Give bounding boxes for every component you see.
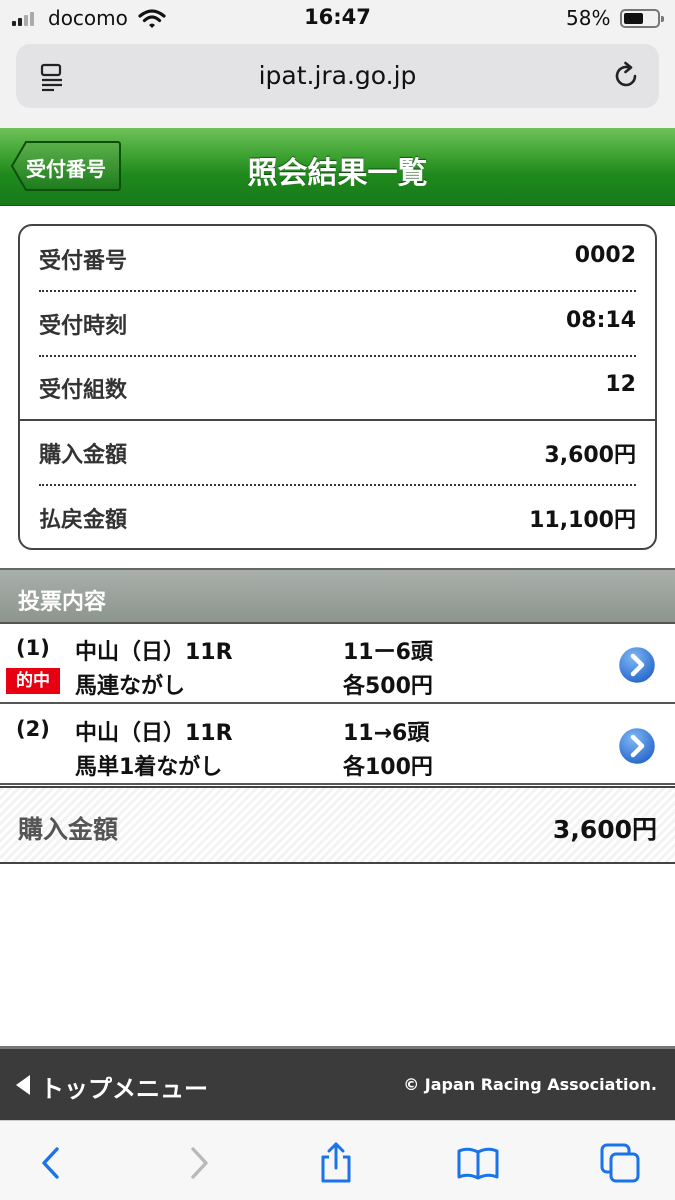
total-row: 購入金額 3,600円: [0, 786, 675, 864]
bet-index: (2): [16, 717, 50, 741]
summary-box: 受付番号 0002 受付時刻 08:14 受付組数 12 購入金額 3,600円…: [18, 224, 657, 550]
summary-label: 払戻金額: [39, 508, 128, 533]
summary-label: 受付組数: [39, 378, 128, 403]
summary-row-receipt-number: 受付番号 0002: [20, 226, 655, 290]
bet-combination: 11→6頭: [343, 721, 430, 746]
share-icon[interactable]: [314, 1141, 358, 1185]
hit-badge: 的中: [6, 668, 60, 694]
summary-label: 受付時刻: [39, 314, 128, 339]
chevron-right-icon[interactable]: [616, 725, 658, 767]
bet-combination: 11ー6頭: [343, 640, 433, 665]
summary-value: 0002: [574, 243, 636, 268]
summary-label: 購入金額: [39, 443, 128, 468]
chevron-right-icon[interactable]: [616, 644, 658, 686]
page-title: 照会結果一覧: [247, 156, 428, 191]
battery-icon: [620, 9, 664, 28]
url-text: ipat.jra.go.jp: [258, 61, 417, 90]
site-footer: トップメニュー © Japan Racing Association.: [0, 1046, 675, 1120]
tabs-icon[interactable]: [598, 1141, 642, 1185]
summary-value: 12: [605, 372, 636, 397]
bet-race: 中山（日）11R: [75, 721, 233, 746]
back-icon[interactable]: [30, 1141, 74, 1185]
copyright: © Japan Racing Association.: [403, 1075, 657, 1094]
bet-race: 中山（日）11R: [75, 640, 233, 665]
bet-index: (1): [16, 636, 50, 660]
reload-icon[interactable]: [611, 60, 643, 92]
summary-row-payout-amount: 払戻金額 11,100円: [20, 485, 655, 548]
summary-label: 受付番号: [39, 249, 128, 274]
bet-type: 馬連ながし: [75, 674, 186, 699]
summary-row-bet-count: 受付組数 12: [20, 355, 655, 419]
bet-row[interactable]: (1) 的中 中山（日）11R 馬連ながし 11ー6頭 各500円: [0, 624, 675, 704]
browser-address-area: ipat.jra.go.jp: [0, 36, 675, 128]
app-header: 受付番号 照会結果一覧: [0, 128, 675, 206]
summary-value: 3,600円: [544, 443, 636, 468]
summary-value: 11,100円: [529, 508, 636, 533]
summary-row-purchase-amount: 購入金額 3,600円: [20, 420, 655, 484]
status-bar: docomo 16:47 58%: [0, 0, 675, 36]
bet-row[interactable]: (2) 中山（日）11R 馬単1着ながし 11→6頭 各100円: [0, 705, 675, 785]
total-label: 購入金額: [18, 815, 119, 844]
forward-icon[interactable]: [176, 1141, 220, 1185]
section-header: 投票内容: [0, 568, 675, 624]
section-title: 投票内容: [18, 590, 107, 615]
bet-type: 馬単1着ながし: [75, 755, 223, 780]
address-bar[interactable]: ipat.jra.go.jp: [16, 44, 659, 108]
summary-value: 08:14: [565, 308, 636, 333]
battery-percent: 58%: [566, 6, 611, 30]
triangle-left-icon: [16, 1075, 30, 1095]
bet-amount: 各500円: [343, 674, 433, 699]
bet-amount: 各100円: [343, 755, 433, 780]
top-menu-label: トップメニュー: [40, 1075, 208, 1103]
total-value: 3,600円: [552, 815, 657, 844]
bookmarks-icon[interactable]: [456, 1141, 500, 1185]
browser-toolbar: [0, 1120, 675, 1200]
summary-row-receipt-time: 受付時刻 08:14: [20, 291, 655, 355]
